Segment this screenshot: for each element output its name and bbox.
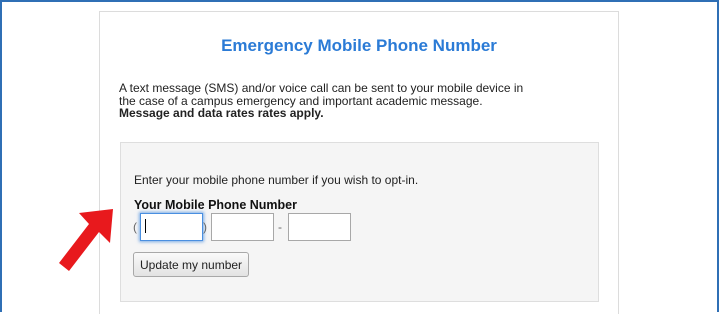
red-arrow-icon xyxy=(59,209,113,271)
text-caret xyxy=(145,219,146,233)
form-card: Emergency Mobile Phone Number A text mes… xyxy=(99,11,619,314)
phone-field-label: Your Mobile Phone Number xyxy=(134,198,297,212)
prefix-input[interactable] xyxy=(211,213,274,241)
paren-open: ( xyxy=(133,220,137,234)
phone-number-row: ( ) - xyxy=(133,213,373,241)
optin-panel: Enter your mobile phone number if you wi… xyxy=(120,142,599,302)
dash-separator: - xyxy=(278,220,282,234)
page-title: Emergency Mobile Phone Number xyxy=(221,36,497,55)
line-number-input[interactable] xyxy=(288,213,351,241)
area-code-input[interactable] xyxy=(140,213,203,241)
rates-notice: Message and data rates rates apply. xyxy=(119,106,324,120)
description: A text message (SMS) and/or voice call c… xyxy=(119,82,599,120)
paren-close: ) xyxy=(203,220,207,234)
update-number-button[interactable]: Update my number xyxy=(133,252,250,277)
optin-prompt: Enter your mobile phone number if you wi… xyxy=(134,173,419,187)
